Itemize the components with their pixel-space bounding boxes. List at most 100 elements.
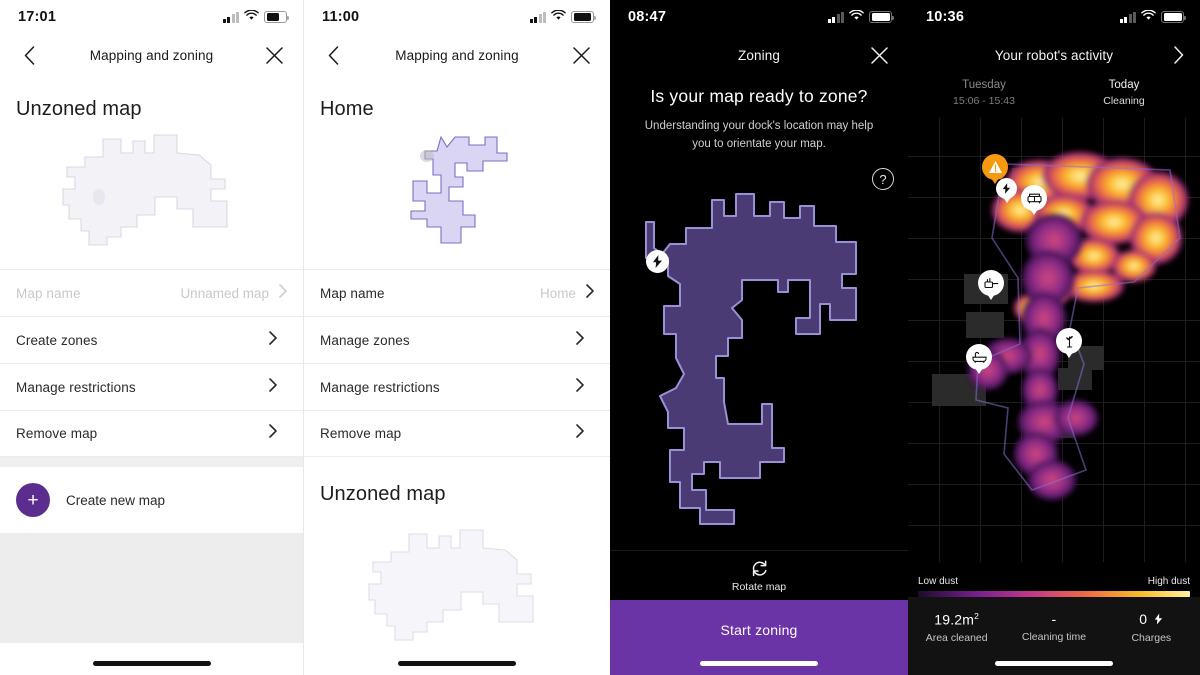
home-indicator[interactable] <box>610 661 908 666</box>
floorplan-outline-icon <box>62 134 228 246</box>
section-title: Home <box>320 98 374 120</box>
close-button[interactable] <box>568 42 594 68</box>
charging-bolt-icon <box>653 255 662 268</box>
chevron-left-icon <box>328 45 338 65</box>
row-remove-map[interactable]: Remove map <box>0 410 303 457</box>
page-background <box>0 533 303 643</box>
home-indicator[interactable] <box>304 661 610 666</box>
pin-plant[interactable] <box>1056 328 1082 354</box>
zoning-subheading: Understanding your dock's location may h… <box>644 120 874 150</box>
wifi-icon <box>244 9 259 25</box>
home-indicator[interactable] <box>0 661 303 666</box>
nav-bar: Mapping and zoning <box>0 34 303 76</box>
floorplan-filled-icon <box>645 193 857 525</box>
map-thumbnail-unzoned[interactable] <box>304 510 610 660</box>
plant-icon <box>1065 336 1073 348</box>
close-button[interactable] <box>866 42 892 68</box>
bolt-icon <box>1154 612 1163 628</box>
pin-bathroom[interactable] <box>966 344 992 370</box>
row-map-name[interactable]: Map name Unnamed map <box>0 269 303 316</box>
date-time: Cleaning <box>1103 94 1145 107</box>
stat-value: 19.2m <box>934 611 975 628</box>
chevron-right-icon <box>1174 46 1184 64</box>
signal-bars-icon <box>222 11 239 23</box>
rotate-map-button[interactable]: Rotate map <box>610 550 908 600</box>
stat-label: Charges <box>1131 632 1172 645</box>
home-indicator[interactable] <box>908 661 1200 666</box>
signal-bars-icon <box>1119 11 1136 23</box>
map-thumbnail-unzoned[interactable] <box>0 125 303 255</box>
create-new-map-button[interactable]: + Create new map <box>0 467 303 533</box>
status-icons <box>529 9 597 25</box>
row-label: Map name <box>320 285 385 301</box>
back-button[interactable] <box>320 42 346 68</box>
dust-heatmap[interactable] <box>908 118 1200 562</box>
settings-list: Map name Unnamed map Create zones Manage… <box>0 269 303 457</box>
row-label: Remove map <box>320 426 402 441</box>
status-bar: 08:47 <box>610 0 908 34</box>
legend-low-label: Low dust <box>918 576 959 587</box>
stat-value: 0 <box>1139 611 1148 627</box>
close-icon <box>265 46 283 64</box>
battery-icon <box>571 11 597 23</box>
row-create-zones[interactable]: Create zones <box>0 316 303 363</box>
row-label: Create zones <box>16 332 98 348</box>
pin-living-room[interactable] <box>1021 185 1047 211</box>
screenshot-strip: 17:01 Mapping and zoning Unzoned map Map… <box>0 0 1200 675</box>
create-new-map-label: Create new map <box>66 492 166 508</box>
row-manage-zones[interactable]: Manage zones <box>304 316 610 363</box>
map-thumbnail-home[interactable] <box>304 125 610 255</box>
chevron-right-icon <box>269 424 277 443</box>
stat-label: Cleaning time <box>1021 631 1087 643</box>
signal-bars-icon <box>529 11 546 23</box>
date-tab-previous[interactable]: Tuesday 15:06 - 15:43 <box>914 76 1054 118</box>
status-time: 17:01 <box>18 9 57 25</box>
row-remove-map[interactable]: Remove map <box>304 410 610 457</box>
nav-bar: Your robot's activity <box>908 34 1200 76</box>
date-tab-today[interactable]: Today Cleaning <box>1054 76 1194 118</box>
section-divider <box>0 457 303 467</box>
battery-icon <box>1161 11 1187 23</box>
pin-dock[interactable] <box>996 178 1017 199</box>
page-title: Zoning <box>738 47 780 63</box>
status-time: 08:47 <box>628 9 667 25</box>
date-day: Today <box>1108 79 1140 91</box>
zoned-floorplan-icon <box>410 135 508 244</box>
status-bar: 10:36 <box>908 0 1200 34</box>
chevron-right-icon <box>576 424 584 443</box>
heatmap-canvas <box>932 152 1188 500</box>
kitchen-icon <box>983 278 998 289</box>
row-label: Remove map <box>16 426 98 441</box>
status-icons <box>1119 9 1187 25</box>
chevron-right-icon <box>269 330 277 350</box>
dock-marker[interactable] <box>646 250 669 273</box>
row-label: Manage restrictions <box>16 379 136 395</box>
battery-icon <box>264 11 290 23</box>
chevron-right-icon <box>586 283 594 303</box>
row-value: Home <box>539 285 576 301</box>
wifi-icon <box>1141 9 1156 25</box>
charging-bolt-icon <box>1002 183 1011 194</box>
zoning-map[interactable] <box>610 178 908 548</box>
battery-icon <box>869 11 895 23</box>
chevron-right-icon <box>269 377 277 397</box>
row-label: Map name <box>16 285 81 301</box>
section-title: Unzoned map <box>16 98 142 120</box>
back-button[interactable] <box>16 42 42 68</box>
row-map-name[interactable]: Map name Home <box>304 269 610 316</box>
close-button[interactable] <box>261 42 287 68</box>
rotate-map-label: Rotate map <box>731 580 787 593</box>
sofa-icon <box>1026 193 1042 204</box>
activity-date-selector[interactable]: Tuesday 15:06 - 15:43 Today Cleaning <box>908 76 1200 118</box>
row-manage-restrictions[interactable]: Manage restrictions <box>0 363 303 410</box>
bathtub-icon <box>971 351 987 363</box>
row-manage-restrictions[interactable]: Manage restrictions <box>304 363 610 410</box>
wifi-icon <box>849 9 864 25</box>
chevron-right-icon <box>279 283 287 303</box>
pin-kitchen[interactable] <box>978 270 1004 296</box>
pin-warning[interactable] <box>982 154 1008 180</box>
status-time: 11:00 <box>322 9 360 25</box>
stat-label: Area cleaned <box>925 631 988 644</box>
forward-button[interactable] <box>1166 42 1192 68</box>
status-bar: 17:01 <box>0 0 303 34</box>
